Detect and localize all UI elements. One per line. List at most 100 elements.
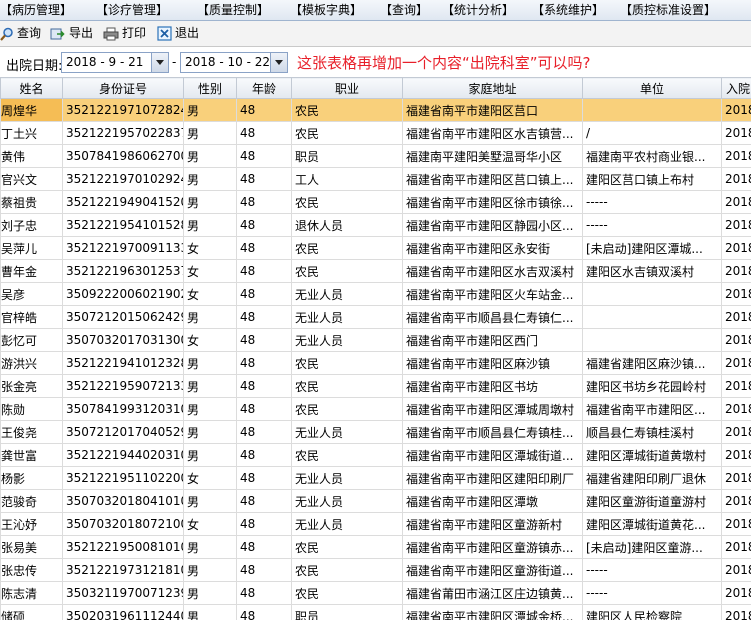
cell-admission-date: 2018( [721,535,751,559]
cell-name: 杨影 [0,466,63,490]
chevron-down-icon [156,60,164,65]
cell-name: 张金亮 [0,374,63,398]
toolbar: 查询 导出 打印 退出 [0,21,751,47]
exit-button-label: 退出 [175,26,200,40]
cell-gender: 男 [183,604,237,620]
column-header-occupation[interactable]: 职业 [291,77,403,99]
print-button[interactable]: 打印 [103,24,146,43]
cell-home-address: 福建省南平市建阳区静园小区... [402,213,583,237]
cell-employer: 建阳区水吉镇双溪村 [582,259,722,283]
cell-occupation: 农民 [291,443,403,467]
start-date-value: 2018 - 9 - 21 [66,55,144,69]
column-header-id-number[interactable]: 身份证号 [62,77,184,99]
table-row[interactable]: 官梓皓350721201506242914男48无业人员福建省南平市顺昌县仁寿镇… [0,305,751,329]
cell-home-address: 福建省南平市顺昌县仁寿镇桂... [402,420,583,444]
table-row[interactable]: 杨影35212219511022002X女48无业人员福建省南平市建阳区建阳印刷… [0,466,751,490]
end-date-picker[interactable]: 2018 - 10 - 22 [180,52,288,73]
table-row[interactable]: 曹年金352122196301253726女48农民福建省南平市建阳区水吉双溪村… [0,259,751,283]
menu-treatment[interactable]: 【诊疗管理】 [96,2,168,18]
cell-employer: 福建南平农村商业银... [582,144,722,168]
table-row[interactable]: 陈勋350784199312031014男48农民福建省南平市建阳区潭城周墩村福… [0,397,751,421]
cell-employer: ----- [582,581,722,605]
cell-gender: 男 [183,190,237,214]
cell-home-address: 福建省南平市建阳区水吉双溪村 [402,259,583,283]
cell-name: 王俊尧 [0,420,63,444]
export-button[interactable]: 导出 [50,24,93,43]
cell-age: 48 [236,98,292,122]
cell-age: 48 [236,121,292,145]
cell-admission-date: 2018( [721,604,751,620]
menu-qc-standard-settings[interactable]: 【质控标准设置】 [620,2,716,18]
cell-employer: 建阳区人民检察院 [582,604,722,620]
cell-gender: 男 [183,443,237,467]
table-row[interactable]: 张金亮352122195907213310男48农民福建省南平市建阳区书坊建阳区… [0,374,751,398]
table-row[interactable]: 储硕350203196111244014男48职员福建省南平市建阳区潭城金桥..… [0,604,751,620]
table-row[interactable]: 官兴文352122197010292412男48工人福建省南平市建阳区莒口镇上.… [0,167,751,191]
annotation-note: 这张表格再增加一个内容“出院科室”可以吗? [297,54,591,72]
column-header-admission-date[interactable]: 入院 [721,77,751,99]
cell-gender: 女 [183,282,237,306]
cell-employer: 建阳区潭城街道黄花... [582,512,722,536]
column-header-name[interactable]: 姓名 [0,77,63,99]
table-row[interactable]: 王俊尧350721201704052919男48无业人员福建省南平市顺昌县仁寿镇… [0,420,751,444]
table-row[interactable]: 龚世富352122194402031015男48农民福建省南平市建阳区潭城街道.… [0,443,751,467]
column-header-age[interactable]: 年龄 [236,77,292,99]
cell-gender: 男 [183,581,237,605]
cell-name: 张易美 [0,535,63,559]
table-row[interactable]: 刘子忠352122195410152831男48退休人员福建省南平市建阳区静园小… [0,213,751,237]
cell-employer: 建阳区书坊乡花园岭村 [582,374,722,398]
query-button[interactable]: 查询 [0,24,41,43]
cell-gender: 男 [183,489,237,513]
cell-admission-date: 2018( [721,213,751,237]
menu-system-maintenance[interactable]: 【系统维护】 [532,2,604,18]
menu-quality-control[interactable]: 【质量控制】 [197,2,269,18]
cell-occupation: 无业人员 [291,466,403,490]
table-row[interactable]: 张忠传35212219731218103x男48农民福建省南平市建阳区童游街道.… [0,558,751,582]
table-row[interactable]: 陈志清350321197007123936男48农民福建省莆田市涵江区庄边镇黄.… [0,581,751,605]
table-row[interactable]: 吴萍儿352122197009113341女48农民福建省南平市建阳区永安街[未… [0,236,751,260]
menu-query[interactable]: 【查询】 [380,2,428,18]
cell-id-number: 350784198606270032 [62,144,184,168]
end-date-dropdown[interactable] [270,53,287,72]
cell-occupation: 农民 [291,351,403,375]
cell-admission-date: 2018( [721,558,751,582]
cell-name: 范骏奇 [0,489,63,513]
column-header-employer[interactable]: 单位 [582,77,722,99]
cell-employer: [未启动]建阳区潭城... [582,236,722,260]
cell-home-address: 福建省南平市建阳区潭墩 [402,489,583,513]
cell-occupation: 农民 [291,535,403,559]
menu-statistics[interactable]: 【统计分析】 [442,2,514,18]
cell-name: 官梓皓 [0,305,63,329]
table-row[interactable]: 吴彦350922200602190222女48无业人员福建省南平市建阳区火车站金… [0,282,751,306]
table-row[interactable]: 彭忆可350703201703130062女48无业人员福建省南平市建阳区西门 2… [0,328,751,352]
menu-template-dictionary[interactable]: 【模板字典】 [290,2,362,18]
cell-admission-date: 2018( [721,443,751,467]
table-row[interactable]: 黄伟350784198606270032男48职员福建南平建阳美墅温哥华小区福建… [0,144,751,168]
cell-age: 48 [236,489,292,513]
cell-home-address: 福建省南平市建阳区童游新村 [402,512,583,536]
menu-bar: 【病历管理】 【诊疗管理】 【质量控制】 【模板字典】 【查询】 【统计分析】 … [0,0,751,21]
table-row[interactable]: 周煌华35212219710728243X男48农民福建省南平市建阳区莒口 201… [0,98,751,122]
cell-id-number: 350703201807210024 [62,512,184,536]
table-row[interactable]: 游洪兴352122194101232827男48农民福建省南平市建阳区麻沙镇福建… [0,351,751,375]
menu-medical-records[interactable]: 【病历管理】 [0,2,72,18]
exit-button[interactable]: 退出 [157,24,199,43]
table-row[interactable]: 丁土兴352122195702283710男48农民福建省南平市建阳区水吉镇营.… [0,121,751,145]
cell-name: 丁土兴 [0,121,63,145]
table-row[interactable]: 蔡祖贵35212219490415201X男48农民福建省南平市建阳区徐市镇徐.… [0,190,751,214]
export-button-label: 导出 [69,26,94,40]
column-header-home-address[interactable]: 家庭地址 [402,77,583,99]
table-row[interactable]: 王沁妤350703201807210024女48无业人员福建省南平市建阳区童游新… [0,512,751,536]
cell-occupation: 退休人员 [291,213,403,237]
table-row[interactable]: 范骏奇350703201804101017男48无业人员福建省南平市建阳区潭墩建… [0,489,751,513]
start-date-dropdown[interactable] [151,53,168,72]
start-date-picker[interactable]: 2018 - 9 - 21 [61,52,169,73]
column-header-gender[interactable]: 性别 [183,77,237,99]
cell-gender: 女 [183,328,237,352]
table-row[interactable]: 张易美352122195008101032男48农民福建省南平市建阳区童游镇赤.… [0,535,751,559]
cell-id-number: 35212219490415201X [62,190,184,214]
cell-occupation: 农民 [291,581,403,605]
cell-gender: 男 [183,535,237,559]
cell-employer: 福建省建阳印刷厂退休 [582,466,722,490]
cell-name: 蔡祖贵 [0,190,63,214]
